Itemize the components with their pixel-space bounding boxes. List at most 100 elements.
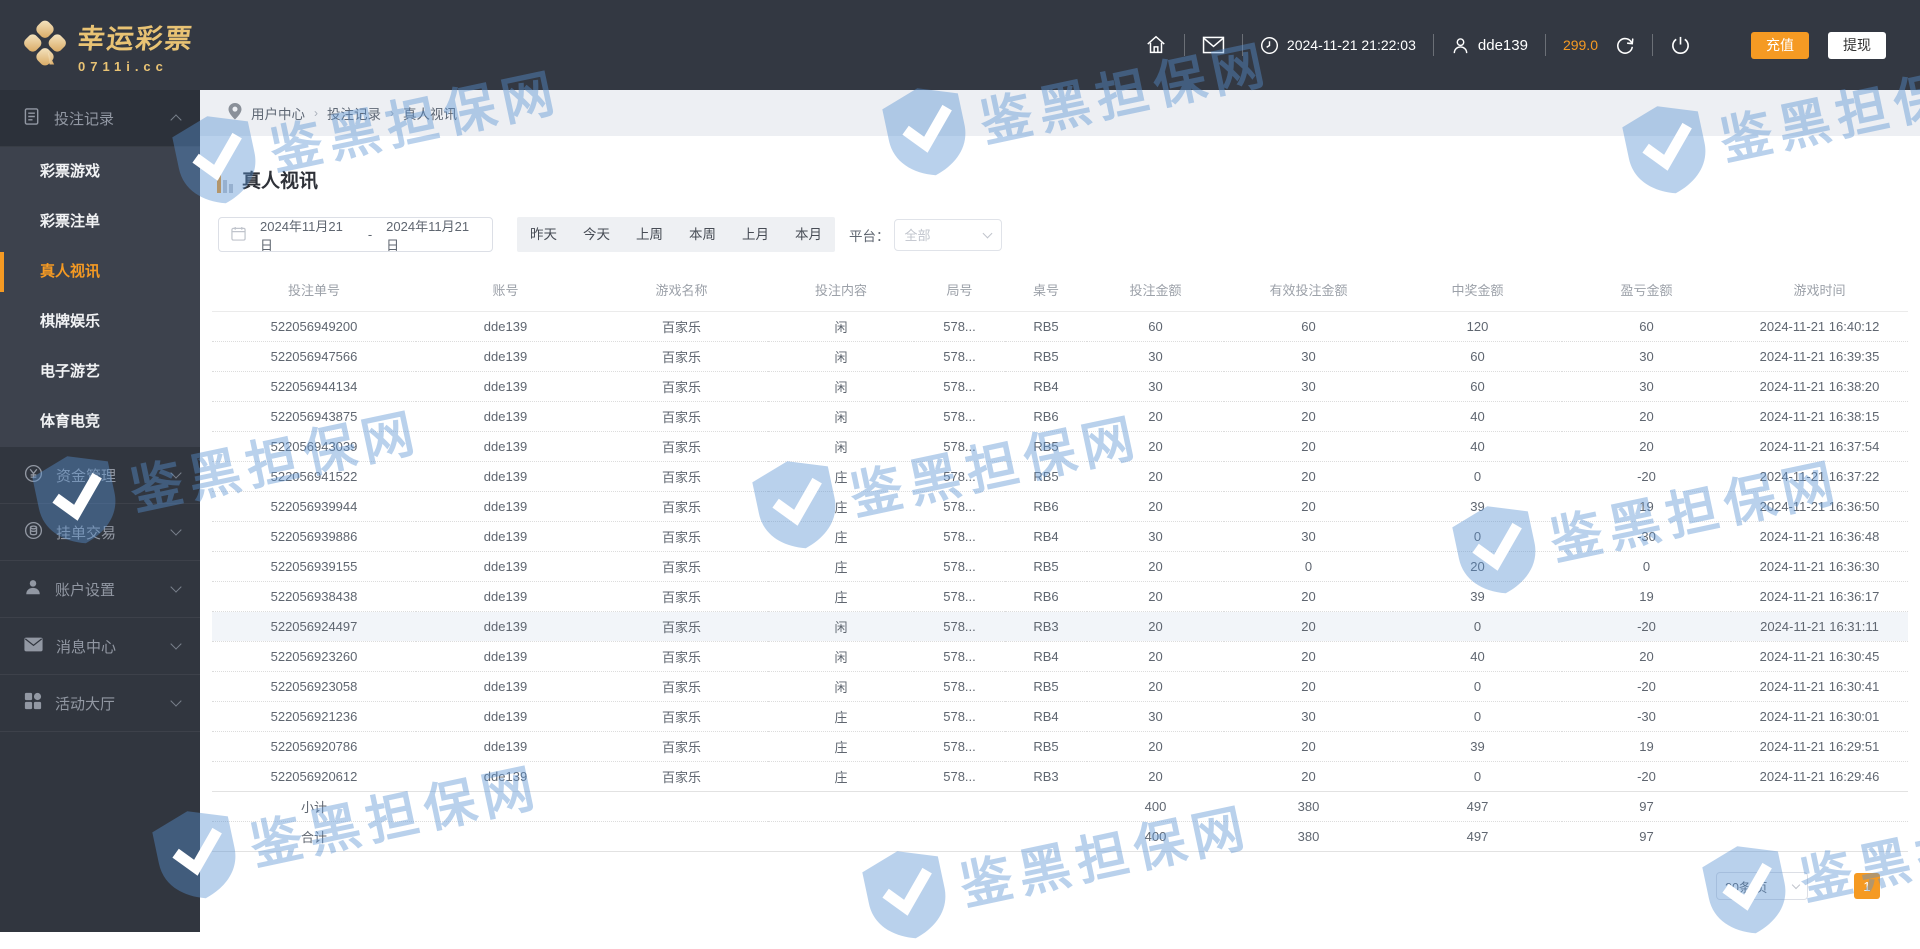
date-to: 2024年11月21日 <box>386 216 480 254</box>
total-bet: 400 <box>1087 822 1224 852</box>
quick-filter-this-month[interactable]: 本月 <box>782 217 835 252</box>
quick-filter-last-week[interactable]: 上周 <box>623 217 676 252</box>
clover-logo-icon <box>22 18 68 73</box>
top-header: 幸运彩票 0711i.cc 2024-11-21 21:22:03 dde139… <box>0 0 1920 90</box>
platform-label: 平台： <box>849 225 890 245</box>
divider <box>1652 34 1653 56</box>
table-row: 522056924497dde139 百家乐闲 578...RB3 2020 0… <box>212 612 1908 642</box>
filter-bar: 2024年11月21日 - 2024年11月21日 昨天 今天 上周 本周 上月… <box>218 217 1920 252</box>
breadcrumb-separator: › <box>314 106 318 120</box>
quick-filter-last-month[interactable]: 上月 <box>729 217 782 252</box>
coins-icon <box>24 521 43 544</box>
date-from: 2024年11月21日 <box>260 216 354 254</box>
col-game-name: 游戏名称 <box>595 266 768 312</box>
table-row: 522056939886dde139 百家乐庄 578...RB4 3030 0… <box>212 522 1908 552</box>
sidebar-section-activity-hall[interactable]: 活动大厅 <box>0 675 200 732</box>
table-row: 522056923260dde139 百家乐闲 578...RB4 2020 4… <box>212 642 1908 672</box>
page-title-block: 真人视讯 <box>217 166 1920 193</box>
table-row: 522056921236dde139 百家乐庄 578...RB4 3030 0… <box>212 702 1908 732</box>
table-row: 522056943039dde139 百家乐闲 578...RB5 2020 4… <box>212 432 1908 462</box>
sidebar-item-sports-esports[interactable]: 体育电竞 <box>0 397 200 447</box>
table-row: 522056949200dde139 百家乐闲 578...RB5 6060 1… <box>212 312 1908 342</box>
subtotal-pl: 97 <box>1562 792 1731 822</box>
quick-filter-yesterday[interactable]: 昨天 <box>517 217 570 252</box>
logo[interactable]: 幸运彩票 0711i.cc <box>0 17 210 74</box>
sidebar-item-live-video[interactable]: 真人视讯 <box>0 247 200 297</box>
sidebar-section-message-center[interactable]: 消息中心 <box>0 618 200 675</box>
divider <box>1433 34 1434 56</box>
divider <box>1242 34 1243 56</box>
home-icon[interactable] <box>1145 34 1167 56</box>
breadcrumb-item-bet-records[interactable]: 投注记录 <box>327 103 381 123</box>
table-row: 522056944134dde139 百家乐闲 578...RB4 3030 6… <box>212 372 1908 402</box>
chevron-down-icon <box>170 581 181 592</box>
col-bet-amount: 投注金额 <box>1087 266 1224 312</box>
table-row: 522056923058dde139 百家乐闲 578...RB5 2020 0… <box>212 672 1908 702</box>
chevron-down-icon <box>170 695 181 706</box>
chevron-down-icon <box>1792 881 1800 889</box>
page-size-value: 20条/页 <box>1725 877 1767 896</box>
clock-icon <box>1260 36 1279 55</box>
total-pl: 97 <box>1562 822 1731 852</box>
subtotal-valid: 380 <box>1224 792 1393 822</box>
user-icon <box>1451 36 1470 55</box>
total-row: 合计 400 380 497 97 <box>212 822 1908 852</box>
pagination: 20条/页 1 <box>200 872 1880 900</box>
divider <box>1545 34 1546 56</box>
quick-filter-today[interactable]: 今天 <box>570 217 623 252</box>
sidebar-item-electronic-games[interactable]: 电子游艺 <box>0 347 200 397</box>
header-time: 2024-11-21 21:22:03 <box>1287 37 1416 53</box>
main-content: 用户中心 › 投注记录 › 真人视讯 真人视讯 2024年11月21日 - 20… <box>200 90 1920 932</box>
col-profit-loss: 盈亏金额 <box>1562 266 1731 312</box>
calendar-icon <box>231 226 246 244</box>
user-menu[interactable]: dde139 <box>1451 36 1528 55</box>
sidebar-section-funds[interactable]: 资金管理 <box>0 447 200 504</box>
recharge-button[interactable]: 充值 <box>1751 32 1809 59</box>
chevron-down-icon <box>170 524 181 535</box>
sidebar-section-account-settings[interactable]: 账户设置 <box>0 561 200 618</box>
col-order-id: 投注单号 <box>212 266 416 312</box>
sidebar-section-pending-trades[interactable]: 挂单交易 <box>0 504 200 561</box>
page-number-button[interactable]: 1 <box>1854 873 1880 899</box>
platform-select[interactable]: 全部 <box>894 219 1002 251</box>
table-row: 522056947566dde139 百家乐闲 578...RB5 3030 6… <box>212 342 1908 372</box>
col-table-no: 桌号 <box>1005 266 1087 312</box>
divider <box>1184 34 1185 56</box>
chevron-down-icon <box>170 638 181 649</box>
col-win-amount: 中奖金额 <box>1393 266 1562 312</box>
activity-icon <box>24 692 42 714</box>
table-row: 522056941522dde139 百家乐庄 578...RB5 2020 0… <box>212 462 1908 492</box>
withdraw-button[interactable]: 提现 <box>1828 32 1886 59</box>
sidebar-item-lottery-orders[interactable]: 彩票注单 <box>0 197 200 247</box>
balance-amount: 299.0 <box>1563 37 1598 53</box>
date-range-input[interactable]: 2024年11月21日 - 2024年11月21日 <box>218 217 493 252</box>
date-separator: - <box>368 227 372 242</box>
subtotal-row: 小计 400 380 497 97 <box>212 792 1908 822</box>
total-win: 497 <box>1393 822 1562 852</box>
table-row: 522056920786dde139 百家乐庄 578...RB5 2020 3… <box>212 732 1908 762</box>
page-size-select[interactable]: 20条/页 <box>1716 872 1808 900</box>
col-valid-bet-amount: 有效投注金额 <box>1224 266 1393 312</box>
total-label: 合计 <box>212 822 416 852</box>
table-row: 522056920612dde139 百家乐庄 578...RB3 2020 0… <box>212 762 1908 792</box>
power-icon[interactable] <box>1670 35 1691 56</box>
col-bet-content: 投注内容 <box>768 266 914 312</box>
sidebar-item-board-games[interactable]: 棋牌娱乐 <box>0 297 200 347</box>
sidebar-item-lottery-games[interactable]: 彩票游戏 <box>0 147 200 197</box>
message-icon <box>24 637 43 656</box>
quick-filter-this-week[interactable]: 本周 <box>676 217 729 252</box>
platform-select-value: 全部 <box>905 225 931 244</box>
page-title: 真人视讯 <box>242 166 318 193</box>
quick-date-filters: 昨天 今天 上周 本周 上月 本月 <box>517 217 835 252</box>
subtotal-label: 小计 <box>212 792 416 822</box>
table-row: 522056939944dde139 百家乐庄 578...RB6 2020 3… <box>212 492 1908 522</box>
col-game-time: 游戏时间 <box>1731 266 1908 312</box>
sidebar-section-bet-records[interactable]: 投注记录 <box>0 90 200 147</box>
title-bars-icon <box>217 173 233 193</box>
mail-icon[interactable] <box>1202 36 1225 54</box>
breadcrumb-item-user-center[interactable]: 用户中心 <box>251 103 305 123</box>
subtotal-bet: 400 <box>1087 792 1224 822</box>
location-pin-icon <box>228 103 242 123</box>
refresh-icon[interactable] <box>1615 35 1635 55</box>
table-header-row: 投注单号 账号 游戏名称 投注内容 局号 桌号 投注金额 有效投注金额 中奖金额… <box>212 266 1908 312</box>
